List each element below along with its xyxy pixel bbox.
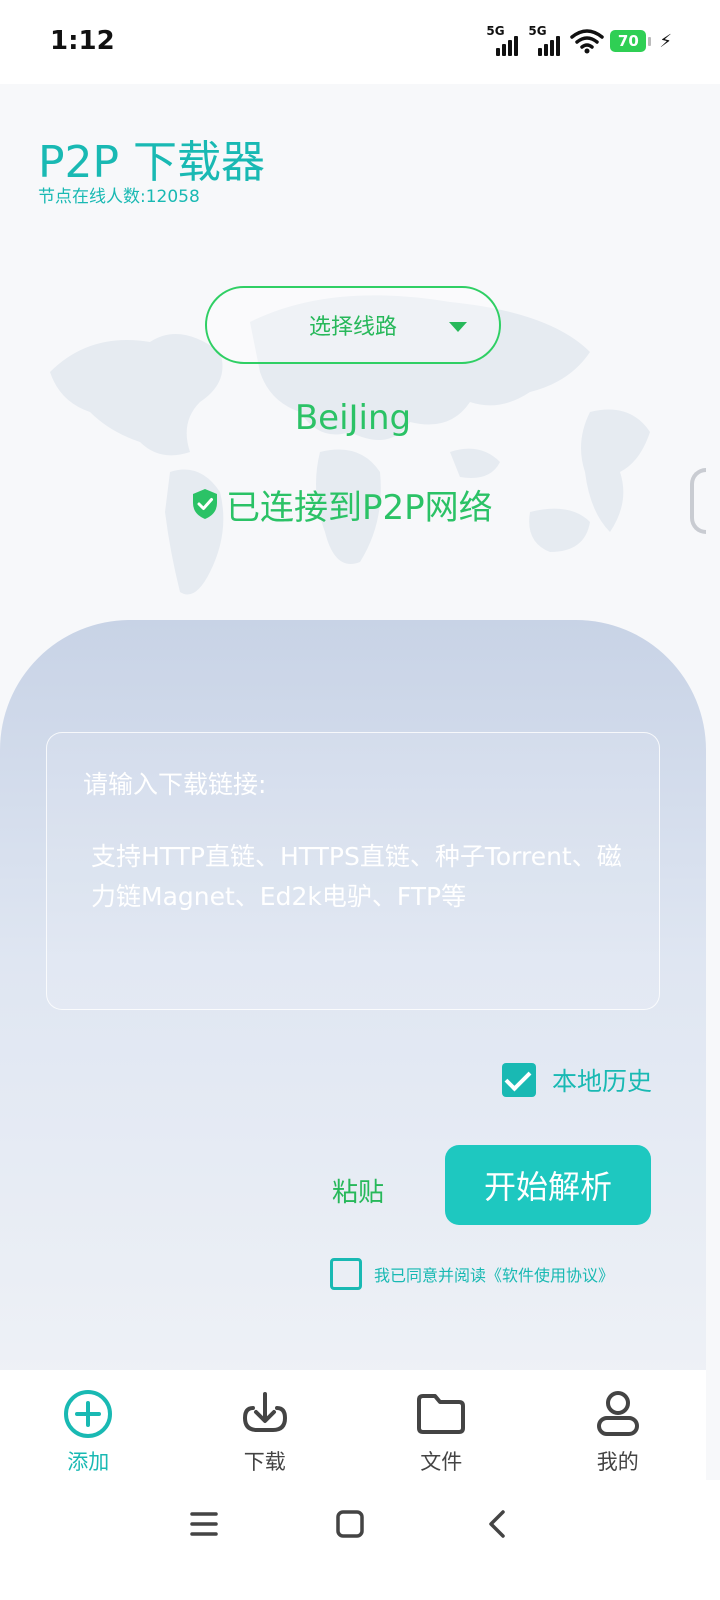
tab-label: 下载 [243,1450,286,1474]
status-time: 1:12 [50,26,115,56]
tab-label: 添加 [67,1450,110,1474]
plus-circle-icon [64,1390,113,1438]
tab-label: 文件 [420,1450,463,1474]
link-input-placeholder-title: 请输入下载链接: [83,770,267,799]
connection-status: 已连接到P2P网络 [190,482,493,528]
signal-icon: 5G [528,24,564,56]
wifi-icon [570,29,605,54]
local-history-toggle[interactable]: 本地历史 [502,1062,652,1098]
agreement-label[interactable]: 我已同意并阅读《软件使用协议》 [374,1262,614,1286]
caret-down-icon [449,322,467,332]
history-label: 本地历史 [552,1067,653,1096]
link-input-placeholder-hint: 支持HTTP直链、HTTPS直链、种子Torrent、磁力链Magnet、Ed2… [91,842,622,911]
online-count: 节点在线人数:12058 [38,187,200,207]
connection-status-text: 已连接到P2P网络 [226,487,493,528]
side-drawer-handle[interactable] [690,468,706,534]
download-link-input[interactable]: 请输入下载链接: 支持HTTP直链、HTTPS直链、种子Torrent、磁力链M… [46,732,660,1010]
app-title: P2P 下载器 [38,137,266,188]
menu-icon[interactable] [182,1502,226,1546]
tab-label: 我的 [596,1450,639,1474]
user-icon [596,1391,639,1436]
tab-download[interactable]: 下载 [177,1370,354,1480]
agreement-checkbox[interactable] [330,1258,362,1290]
charging-icon: ⚡ [659,30,672,52]
tab-files[interactable]: 文件 [353,1370,530,1480]
paste-button[interactable]: 粘贴 [332,1172,384,1209]
city-label: BeiJing [294,398,412,438]
agreement-toggle[interactable]: 我已同意并阅读《软件使用协议》 [330,1258,614,1290]
system-nav-bar [0,1480,720,1600]
tab-mine[interactable]: 我的 [530,1370,707,1480]
home-icon[interactable] [328,1502,372,1546]
shield-check-icon [193,489,217,519]
signal-icon: 5G [486,24,522,56]
folder-icon [417,1394,466,1434]
back-icon[interactable] [476,1502,520,1546]
route-select-dropdown[interactable]: 选择线路 [205,286,501,364]
battery-icon: 70 [610,30,652,52]
history-checkbox[interactable] [502,1063,536,1097]
bottom-tab-bar: 添加 下载 文件 我的 [0,1370,706,1480]
signal-label: 5G [486,24,505,38]
route-select-label: 选择线路 [308,315,397,340]
signal-label: 5G [528,24,547,38]
battery-level: 70 [610,30,647,52]
start-parse-button[interactable]: 开始解析 [445,1145,651,1225]
status-bar: 1:12 5G 5G 70 ⚡ [0,0,720,84]
tab-add[interactable]: 添加 [0,1370,177,1480]
status-icons: 5G 5G 70 ⚡ [486,24,672,58]
download-icon [242,1392,287,1432]
